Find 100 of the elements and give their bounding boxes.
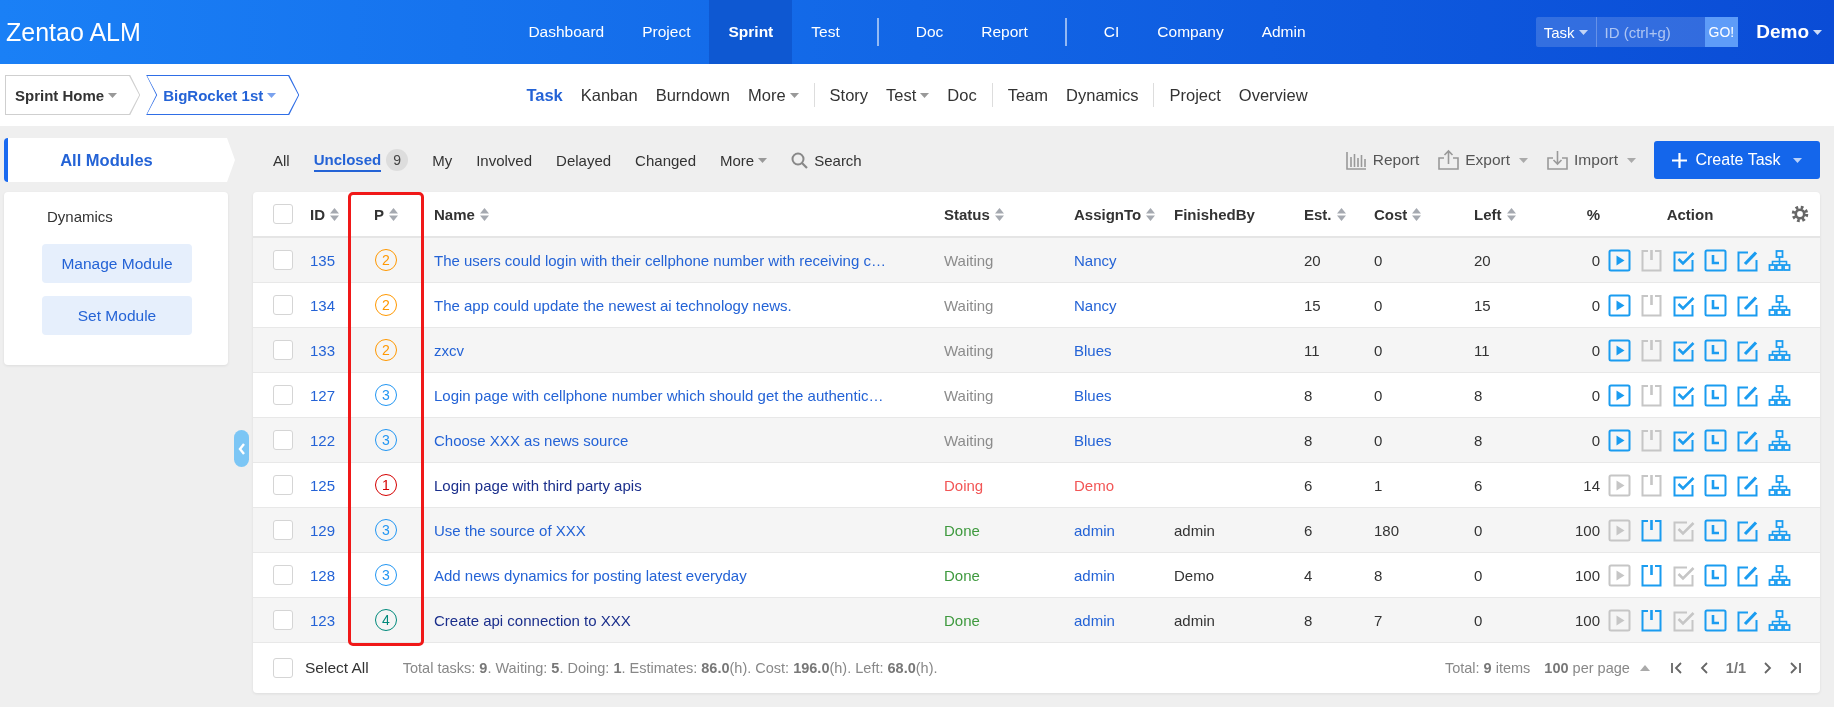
log-button[interactable]: [1704, 608, 1727, 632]
task-name-link[interactable]: The app could update the newest ai technology news.: [434, 296, 792, 314]
task-id-link[interactable]: 129: [310, 521, 336, 539]
select-all-label[interactable]: Select All: [305, 659, 369, 677]
finish-button[interactable]: [1640, 563, 1663, 587]
log-button[interactable]: [1704, 338, 1727, 362]
start-button[interactable]: [1608, 248, 1631, 272]
checkbox[interactable]: [273, 520, 293, 540]
sortable-column-header[interactable]: Name: [424, 192, 934, 236]
import-button[interactable]: Import: [1546, 149, 1636, 171]
task-name-link[interactable]: Login page with third party apis: [434, 476, 642, 494]
assignee-link[interactable]: admin: [1074, 611, 1115, 629]
assignee-link[interactable]: Nancy: [1074, 251, 1117, 269]
collapse-button[interactable]: [234, 430, 249, 467]
split-button[interactable]: [1768, 608, 1791, 632]
checkbox[interactable]: [273, 475, 293, 495]
breadcrumb-button[interactable]: BigRocket 1st: [146, 75, 300, 115]
sortable-column-header[interactable]: ID: [300, 192, 348, 236]
menu-tab[interactable]: Project: [1160, 85, 1230, 105]
nav-tab[interactable]: Test: [792, 0, 859, 64]
start-button[interactable]: [1608, 293, 1631, 317]
task-name-link[interactable]: Login page with cellphone number which should get the authentic…: [434, 386, 884, 404]
nav-tab[interactable]: Company: [1138, 0, 1243, 64]
task-name-link[interactable]: zxcv: [434, 341, 464, 359]
first-page-button[interactable]: [1669, 661, 1684, 675]
nav-tab[interactable]: Report: [962, 0, 1047, 64]
checkbox[interactable]: [273, 610, 293, 630]
nav-tab[interactable]: Sprint: [709, 0, 793, 64]
split-button[interactable]: [1768, 293, 1791, 317]
task-id-link[interactable]: 122: [310, 431, 336, 449]
checkbox[interactable]: [273, 204, 293, 224]
assignee-link[interactable]: Demo: [1074, 476, 1114, 494]
split-button[interactable]: [1768, 563, 1791, 587]
nav-tab[interactable]: Dashboard: [509, 0, 624, 64]
module-item[interactable]: Dynamics: [42, 208, 118, 225]
checkbox[interactable]: [273, 565, 293, 585]
menu-tab[interactable]: Burndown: [646, 85, 739, 105]
menu-tab[interactable]: Overview: [1229, 85, 1317, 105]
assignee-link[interactable]: admin: [1074, 521, 1115, 539]
menu-tab[interactable]: Kanban: [571, 85, 647, 105]
finish-button[interactable]: [1640, 608, 1663, 632]
log-button[interactable]: [1704, 428, 1727, 452]
log-button[interactable]: [1704, 248, 1727, 272]
log-button[interactable]: [1704, 563, 1727, 587]
task-id-link[interactable]: 123: [310, 611, 336, 629]
filter-tab[interactable]: Changed: [623, 145, 708, 175]
split-button[interactable]: [1768, 518, 1791, 542]
checkbox[interactable]: [273, 385, 293, 405]
start-button[interactable]: [1608, 428, 1631, 452]
filter-tab[interactable]: My: [420, 145, 465, 175]
menu-tab[interactable]: Doc: [938, 85, 986, 105]
settings-button[interactable]: [1790, 204, 1810, 224]
menu-tab[interactable]: Team: [998, 85, 1058, 105]
last-page-button[interactable]: [1788, 661, 1802, 675]
module-button[interactable]: Set Module: [42, 296, 192, 335]
split-button[interactable]: [1768, 473, 1791, 497]
per-page-dropdown[interactable]: 100 per page: [1544, 660, 1650, 676]
split-button[interactable]: [1768, 338, 1791, 362]
checkbox[interactable]: [273, 340, 293, 360]
log-button[interactable]: [1704, 473, 1727, 497]
task-name-link[interactable]: Create api connection to XXX: [434, 611, 631, 629]
split-button[interactable]: [1768, 428, 1791, 452]
menu-dropdown[interactable]: Test: [877, 85, 939, 105]
menu-tab[interactable]: Dynamics: [1057, 85, 1148, 105]
assignee-link[interactable]: Blues: [1074, 341, 1112, 359]
menu-tab[interactable]: Story: [820, 85, 878, 105]
sortable-column-header[interactable]: AssignTo: [1064, 192, 1164, 236]
task-id-link[interactable]: 133: [310, 341, 336, 359]
log-button[interactable]: [1704, 383, 1727, 407]
assignee-link[interactable]: admin: [1074, 566, 1115, 584]
checkbox[interactable]: [273, 658, 293, 678]
nav-tab[interactable]: Doc: [896, 0, 963, 64]
nav-tab[interactable]: Project: [623, 0, 710, 64]
task-name-link[interactable]: Choose XXX as news source: [434, 431, 629, 449]
sortable-column-header[interactable]: Cost: [1364, 192, 1464, 236]
task-id-link[interactable]: 125: [310, 476, 336, 494]
module-tab[interactable]: All Modules: [4, 138, 235, 182]
sortable-column-header[interactable]: Est.: [1294, 192, 1364, 236]
menu-dropdown[interactable]: More: [738, 85, 808, 105]
nav-tab[interactable]: Admin: [1242, 0, 1325, 64]
start-button[interactable]: [1608, 338, 1631, 362]
finish-button[interactable]: [1640, 518, 1663, 542]
assignee-link[interactable]: Blues: [1074, 431, 1112, 449]
filter-tab[interactable]: Delayed: [544, 145, 624, 175]
filter-tab[interactable]: More: [708, 145, 780, 175]
sortable-column-header[interactable]: Status: [934, 192, 1064, 236]
log-button[interactable]: [1704, 293, 1727, 317]
filter-tab[interactable]: All: [261, 145, 302, 175]
task-id-link[interactable]: 127: [310, 386, 336, 404]
task-id-link[interactable]: 134: [310, 296, 336, 314]
task-name-link[interactable]: Use the source of XXX: [434, 521, 586, 539]
breadcrumb-button[interactable]: Sprint Home: [5, 75, 141, 115]
filter-tab[interactable]: Involved: [464, 145, 545, 175]
checkbox[interactable]: [273, 295, 293, 315]
task-id-link[interactable]: 135: [310, 251, 336, 269]
search-scope-dropdown[interactable]: Task: [1535, 17, 1597, 47]
task-name-link[interactable]: The users could login with their cellphone number with receiving c…: [434, 251, 886, 269]
export-button[interactable]: Export: [1437, 149, 1529, 171]
start-button[interactable]: [1608, 383, 1631, 407]
menu-tab[interactable]: Task: [517, 85, 572, 105]
